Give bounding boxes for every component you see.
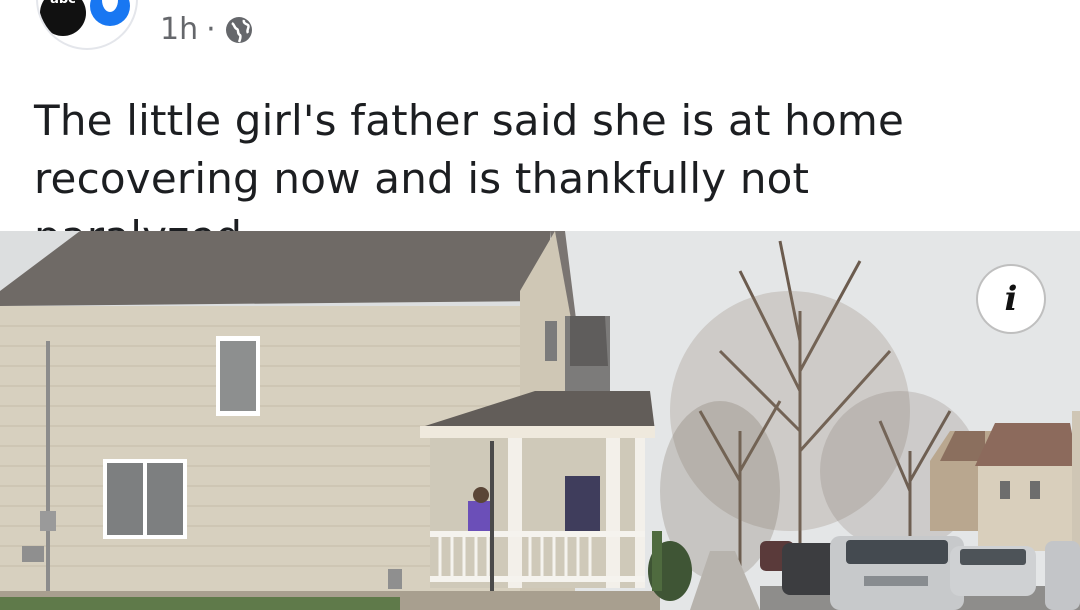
channel-logo xyxy=(90,0,130,26)
post-meta: 1h · xyxy=(160,12,254,47)
house-scene-image xyxy=(0,231,1080,610)
page-avatar[interactable]: abc xyxy=(36,0,138,50)
post-photo[interactable] xyxy=(0,231,1080,610)
timestamp[interactable]: 1h xyxy=(160,12,198,47)
meta-separator: · xyxy=(206,12,216,47)
globe-icon xyxy=(225,16,252,43)
info-button[interactable]: i xyxy=(976,264,1046,334)
abc-logo: abc xyxy=(40,0,86,36)
post-header: abc 1h · xyxy=(0,0,1080,80)
info-icon: i xyxy=(1004,279,1018,319)
